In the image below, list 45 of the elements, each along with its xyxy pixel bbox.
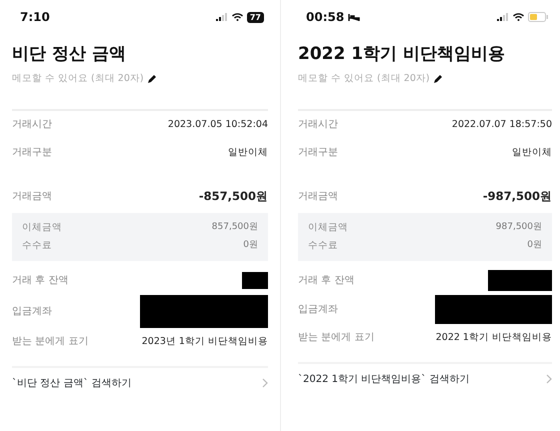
field-label: 수수료 — [308, 238, 338, 253]
field-label: 입금계좌 — [12, 304, 52, 319]
page-title: 비단 정산 금액 — [12, 44, 127, 64]
field-label: 받는 분에게 표기 — [12, 335, 88, 350]
field-value: 2022 1학기 비단책임비용 — [436, 330, 552, 345]
chevron-right-icon — [262, 378, 268, 388]
field-label: 거래금액 — [12, 190, 52, 204]
status-time: 7:10 — [20, 9, 50, 26]
field-label: 이체금액 — [308, 220, 348, 235]
wifi-icon — [232, 13, 243, 21]
field-label: 이체금액 — [22, 220, 62, 235]
search-link[interactable]: `비단 정산 금액` 검색하기 — [12, 376, 132, 391]
field-value: 857,500원 — [212, 220, 258, 234]
field-label: 거래구분 — [298, 146, 338, 160]
signal-icon — [497, 13, 509, 21]
field-value: 2022.07.07 18:57:50 — [452, 118, 552, 132]
field-value: 2023년 1학기 비단책임비용 — [142, 334, 268, 349]
field-label: 받는 분에게 표기 — [298, 331, 374, 346]
field-value: 일반이체 — [512, 146, 552, 160]
pencil-icon — [432, 75, 442, 84]
field-label: 거래구분 — [12, 146, 52, 160]
wifi-icon — [513, 13, 524, 21]
field-value: 0원 — [527, 238, 542, 252]
search-link[interactable]: `2022 1학기 비단책임비용` 검색하기 — [298, 372, 470, 387]
field-label: 거래시간 — [298, 118, 338, 132]
field-label: 거래시간 — [12, 118, 52, 132]
pencil-icon — [146, 75, 156, 84]
field-label: 입금계좌 — [298, 302, 338, 317]
field-value: 2023.07.05 10:52:04 — [168, 118, 268, 132]
field-label: 거래 후 잔액 — [12, 274, 68, 288]
field-value: -987,500원 — [482, 188, 552, 206]
page-title: 2022 1학기 비단책임비용 — [298, 44, 506, 64]
redaction-block — [488, 270, 552, 292]
signal-icon — [216, 13, 228, 21]
battery-indicator: 77 — [246, 12, 264, 22]
field-value: 0원 — [243, 238, 258, 252]
field-value: 일반이체 — [228, 146, 268, 160]
status-time: 00:58 — [306, 9, 344, 26]
field-value: -857,500원 — [198, 188, 268, 206]
redaction-block — [242, 272, 268, 290]
chevron-right-icon — [546, 374, 552, 384]
field-label: 거래 후 잔액 — [298, 274, 354, 288]
field-value: 987,500원 — [496, 220, 542, 234]
field-label: 수수료 — [22, 238, 52, 253]
field-label: 거래금액 — [298, 190, 338, 204]
